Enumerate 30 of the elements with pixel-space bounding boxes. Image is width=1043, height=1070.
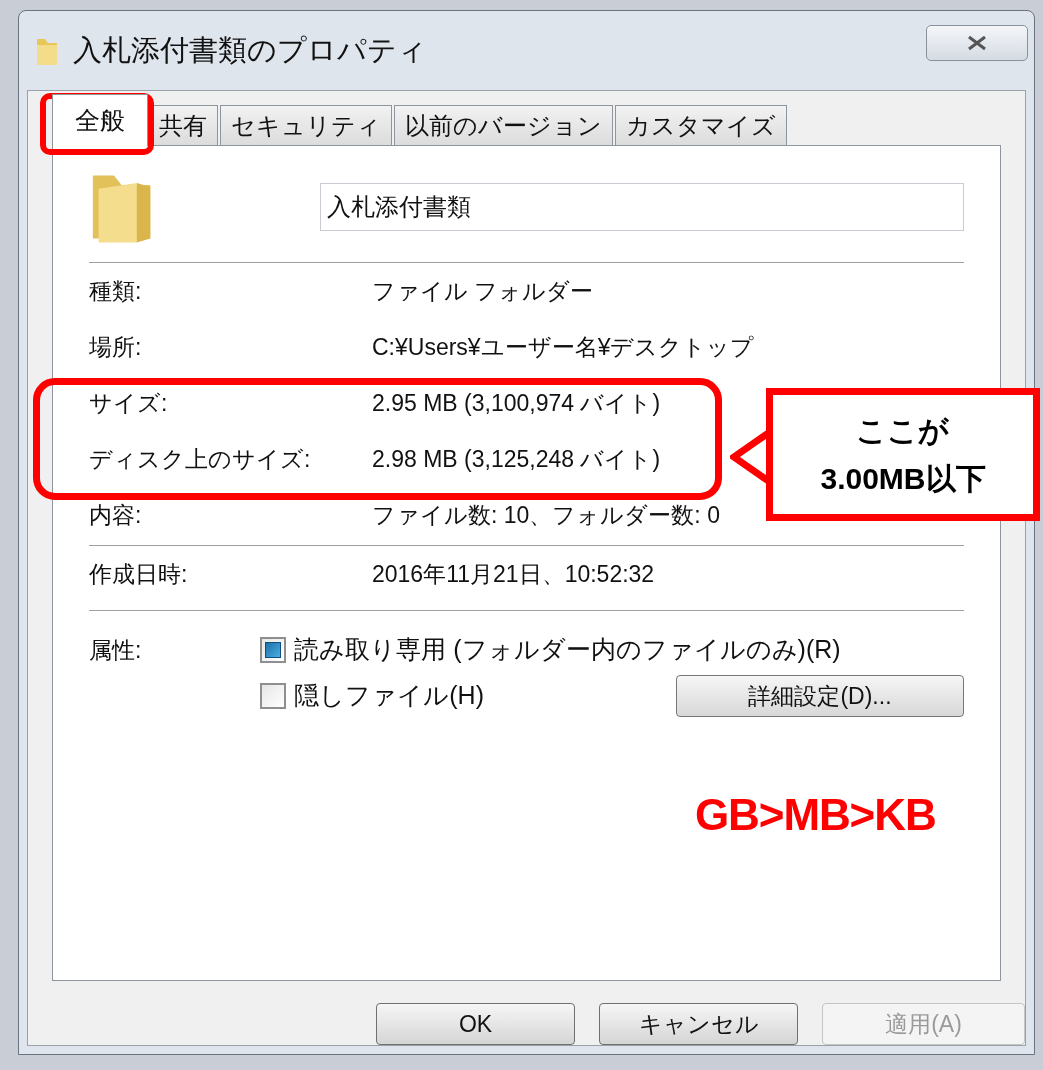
- checkbox[interactable]: [260, 637, 287, 663]
- field-value: 2.95 MB (3,100,974 バイト): [372, 388, 661, 418]
- close-icon: [966, 35, 988, 51]
- field-value: ファイル数: 10、フォルダー数: 0: [372, 500, 720, 530]
- field-label: 属性:: [89, 636, 143, 665]
- field-value: 2016年11月21日、10:52:32: [372, 559, 655, 589]
- dialog-button[interactable]: キャンセル: [599, 1003, 798, 1045]
- checkbox[interactable]: [260, 683, 287, 709]
- advanced-button[interactable]: 詳細設定(D)...: [676, 675, 964, 717]
- field-label: サイズ:: [89, 388, 169, 418]
- tab[interactable]: 全般: [52, 94, 148, 146]
- field-label: ディスク上のサイズ:: [89, 444, 312, 474]
- dialog-button[interactable]: OK: [376, 1003, 575, 1045]
- checkbox-label[interactable]: 隠しファイル(H): [294, 677, 484, 715]
- field-label: 内容:: [89, 500, 143, 530]
- tab[interactable]: 以前のバージョン: [394, 105, 613, 145]
- field-value: C:¥Users¥ユーザー名¥デスクトップ: [372, 332, 755, 362]
- checkbox-label[interactable]: 読み取り専用 (フォルダー内のファイルのみ)(R): [294, 631, 841, 669]
- tab[interactable]: カスタマイズ: [615, 105, 787, 145]
- tab[interactable]: セキュリティ: [220, 105, 392, 145]
- close-button[interactable]: [926, 25, 1028, 61]
- field-label: 種類:: [89, 276, 143, 306]
- annotation-text: GB>MB>KB: [695, 789, 936, 841]
- field-label: 場所:: [89, 332, 143, 362]
- field-value: 2.98 MB (3,125,248 バイト): [372, 444, 661, 474]
- name-field[interactable]: 入札添付書類: [319, 183, 964, 231]
- field-label: 作成日時:: [89, 559, 189, 589]
- field-value: ファイル フォルダー: [372, 276, 594, 306]
- callout-text: ここが 3.00MB以下: [820, 412, 986, 497]
- window-title: 入札添付書類のプロパティ: [73, 32, 427, 68]
